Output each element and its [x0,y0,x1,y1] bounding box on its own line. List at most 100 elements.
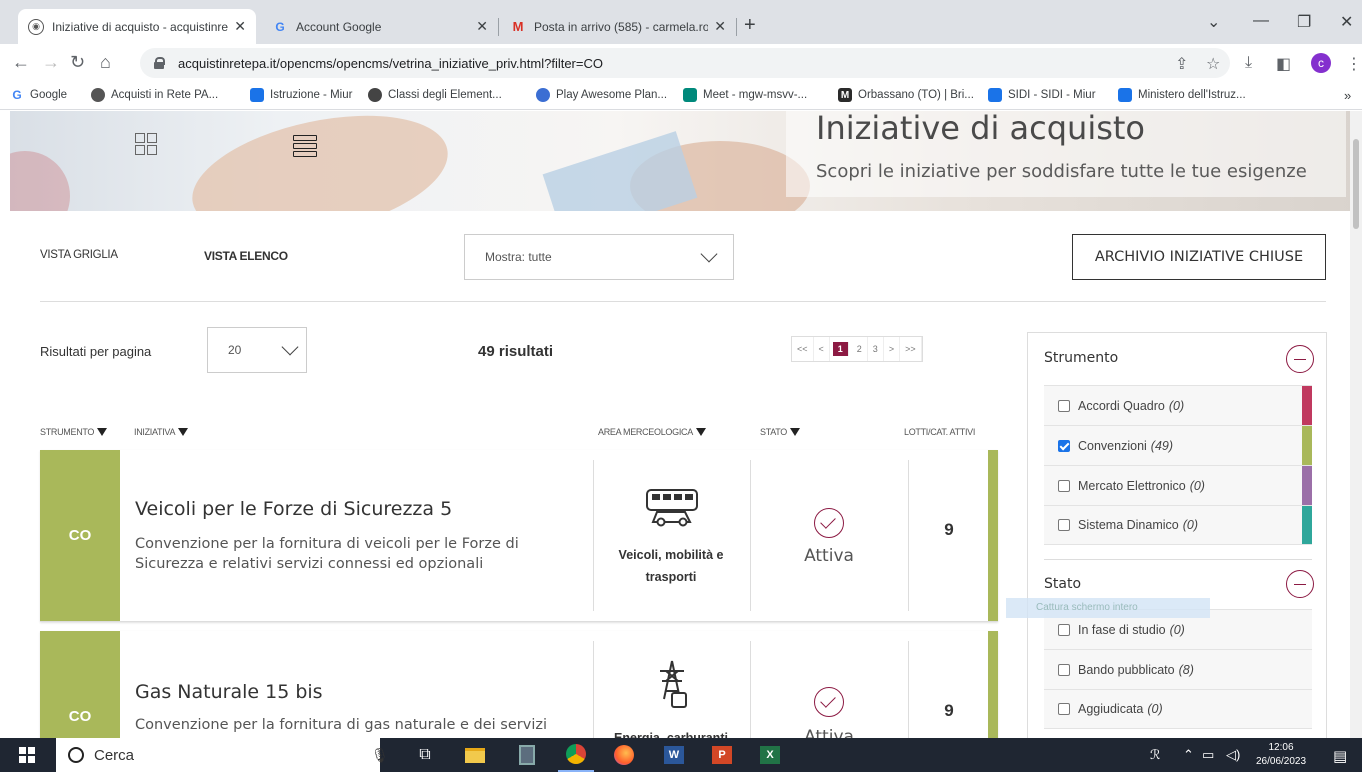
filter-sistema-dinamico[interactable]: Sistema Dinamico (0) [1044,505,1312,545]
address-bar[interactable]: acquistinretepa.it/opencms/opencms/vetri… [140,48,1230,78]
chrome-icon[interactable] [558,738,594,772]
network-icon[interactable]: ▭ [1202,747,1214,763]
close-window-icon[interactable]: ✕ [1340,12,1353,32]
tab-account-google[interactable]: G Account Google ✕ [262,9,498,44]
volume-icon[interactable]: ◁) [1226,747,1240,763]
filter-mercato-elettronico[interactable]: Mercato Elettronico (0) [1044,465,1312,505]
sort-strumento[interactable]: STRUMENTO [40,427,108,437]
bookmark-google[interactable]: G Google [10,88,67,102]
people-icon[interactable]: ℛ [1150,747,1160,763]
checkbox[interactable] [1058,663,1070,676]
google-icon: G [12,88,22,102]
filter-bando-pubblicato[interactable]: Bando pubblicato (8) [1044,649,1312,689]
next-page-button[interactable]: > [884,337,901,361]
results-per-page-select[interactable]: 20 [207,327,307,373]
clock[interactable]: 12:06 26/06/2023 [1256,741,1306,769]
archive-closed-initiatives-button[interactable]: ARCHIVIO INIZIATIVE CHIUSE [1072,234,1326,280]
more-bookmarks-button[interactable]: » [1344,88,1351,103]
last-page-button[interactable]: >> [900,337,922,361]
bookmark-orbassano[interactable]: M Orbassano (TO) | Bri... [838,88,974,102]
checkbox-checked[interactable] [1058,439,1070,452]
reload-icon[interactable]: ↻ [70,52,85,73]
list-view-button[interactable]: VISTA ELENCO [204,249,288,263]
notifications-icon[interactable]: ▤ [1333,747,1347,765]
task-view-icon[interactable]: ⧉ [410,738,440,772]
taskbar-search[interactable]: Cerca 🎙 [56,738,389,772]
grid-view-button[interactable]: VISTA GRIGLIA [40,249,118,261]
prev-page-button[interactable]: < [814,337,830,361]
checkbox[interactable] [1058,519,1070,531]
share-icon[interactable]: ⇪ [1175,54,1188,74]
home-icon[interactable]: ⌂ [100,52,111,73]
search-placeholder: Cerca [94,746,135,764]
bookmark-star-icon[interactable]: ☆ [1206,54,1220,74]
forward-icon[interactable]: → [42,52,60,73]
profile-avatar[interactable]: c [1311,53,1331,73]
page-scrollbar[interactable] [1350,111,1362,738]
filter-label: Convenzioni [1078,438,1147,453]
microphone-icon[interactable]: 🎙 [371,747,389,764]
tab-gmail[interactable]: M Posta in arrivo (585) - carmela.ro ✕ [500,9,736,44]
google-icon: G [275,19,285,34]
collapse-strumento-icon[interactable] [1286,345,1314,373]
filter-heading-stato: Stato [1044,576,1082,592]
filter-aggiudicata[interactable]: Aggiudicata (0) [1044,689,1312,729]
file-explorer-icon[interactable] [460,738,490,772]
download-icon[interactable]: ⤓ [1245,54,1252,72]
new-tab-button[interactable]: + [744,14,756,37]
checkbox[interactable] [1058,623,1070,636]
collapse-stato-icon[interactable] [1286,570,1314,598]
bookmark-ministero[interactable]: Ministero dell'Istruz... [1118,88,1246,102]
windows-start-icon[interactable] [10,738,44,772]
tray-chevron-up-icon[interactable]: ⌃ [1183,747,1194,763]
calculator-icon[interactable] [512,738,542,772]
bookmark-meet[interactable]: Meet - mgw-msvv-... [683,88,807,102]
tab-iniziative[interactable]: ◉ Iniziative di acquisto - acquistinre ✕ [18,9,256,44]
header-label: INIZIATIVA [134,427,176,437]
page-1-button[interactable]: 1 [832,342,849,356]
filter-label: Aggiudicata [1078,702,1144,716]
restore-icon[interactable]: ❐ [1297,12,1311,32]
browser-tab-strip: ◉ Iniziative di acquisto - acquistinre ✕… [0,0,1362,44]
tab-label: Account Google [296,19,382,34]
filter-convenzioni[interactable]: Convenzioni (49) [1044,425,1312,465]
excel-icon[interactable]: X [752,738,788,772]
page-3-button[interactable]: 3 [868,337,884,361]
sort-down-icon [790,428,801,436]
initiative-title[interactable]: Gas Naturale 15 bis [135,681,323,703]
initiative-card[interactable]: CO Gas Naturale 15 bis Convenzione per l… [40,631,998,738]
grid-view-icon[interactable] [135,133,159,157]
initiative-title[interactable]: Veicoli per le Forze di Sicurezza 5 [135,498,452,520]
scrollbar-thumb[interactable] [1353,139,1359,229]
sort-iniziativa[interactable]: INIZIATIVA [134,427,189,437]
bookmark-acquisti[interactable]: Acquisti in Rete PA... [91,88,218,102]
show-filter-select[interactable]: Mostra: tutte [464,234,734,280]
first-page-button[interactable]: << [792,337,814,361]
column-divider [908,460,909,611]
back-icon[interactable]: ← [12,52,30,73]
close-tab-icon[interactable]: ✕ [234,18,246,35]
firefox-icon[interactable] [606,738,642,772]
close-tab-icon[interactable]: ✕ [476,18,488,35]
sort-stato[interactable]: STATO [760,427,801,437]
filter-accordi-quadro[interactable]: Accordi Quadro (0) [1044,385,1312,425]
header-lotti: LOTTI/CAT. ATTIVI [904,427,976,437]
page-2-button[interactable]: 2 [852,337,868,361]
powerpoint-icon[interactable]: P [704,738,740,772]
bookmark-istruzione[interactable]: Istruzione - Miur [250,88,352,102]
checkbox[interactable] [1058,479,1070,492]
bookmark-classi[interactable]: Classi degli Element... [368,88,502,102]
sort-area[interactable]: AREA MERCEOLOGICA [598,427,706,437]
bookmark-sidi[interactable]: SIDI - SIDI - Miur [988,88,1096,102]
list-view-icon[interactable] [293,135,317,157]
checkbox[interactable] [1058,399,1070,412]
bookmark-play-awesome[interactable]: Play Awesome Plan... [536,88,667,102]
word-icon[interactable]: W [656,738,692,772]
menu-kebab-icon[interactable]: ⋮ [1346,54,1362,74]
initiative-card[interactable]: CO Veicoli per le Forze di Sicurezza 5 C… [40,450,998,622]
checkbox[interactable] [1058,703,1070,715]
close-tab-icon[interactable]: ✕ [714,18,726,35]
side-panel-icon[interactable]: ◧ [1276,54,1291,74]
tab-search-icon[interactable]: ⌄ [1207,12,1220,32]
minimize-icon[interactable]: — [1253,12,1269,30]
